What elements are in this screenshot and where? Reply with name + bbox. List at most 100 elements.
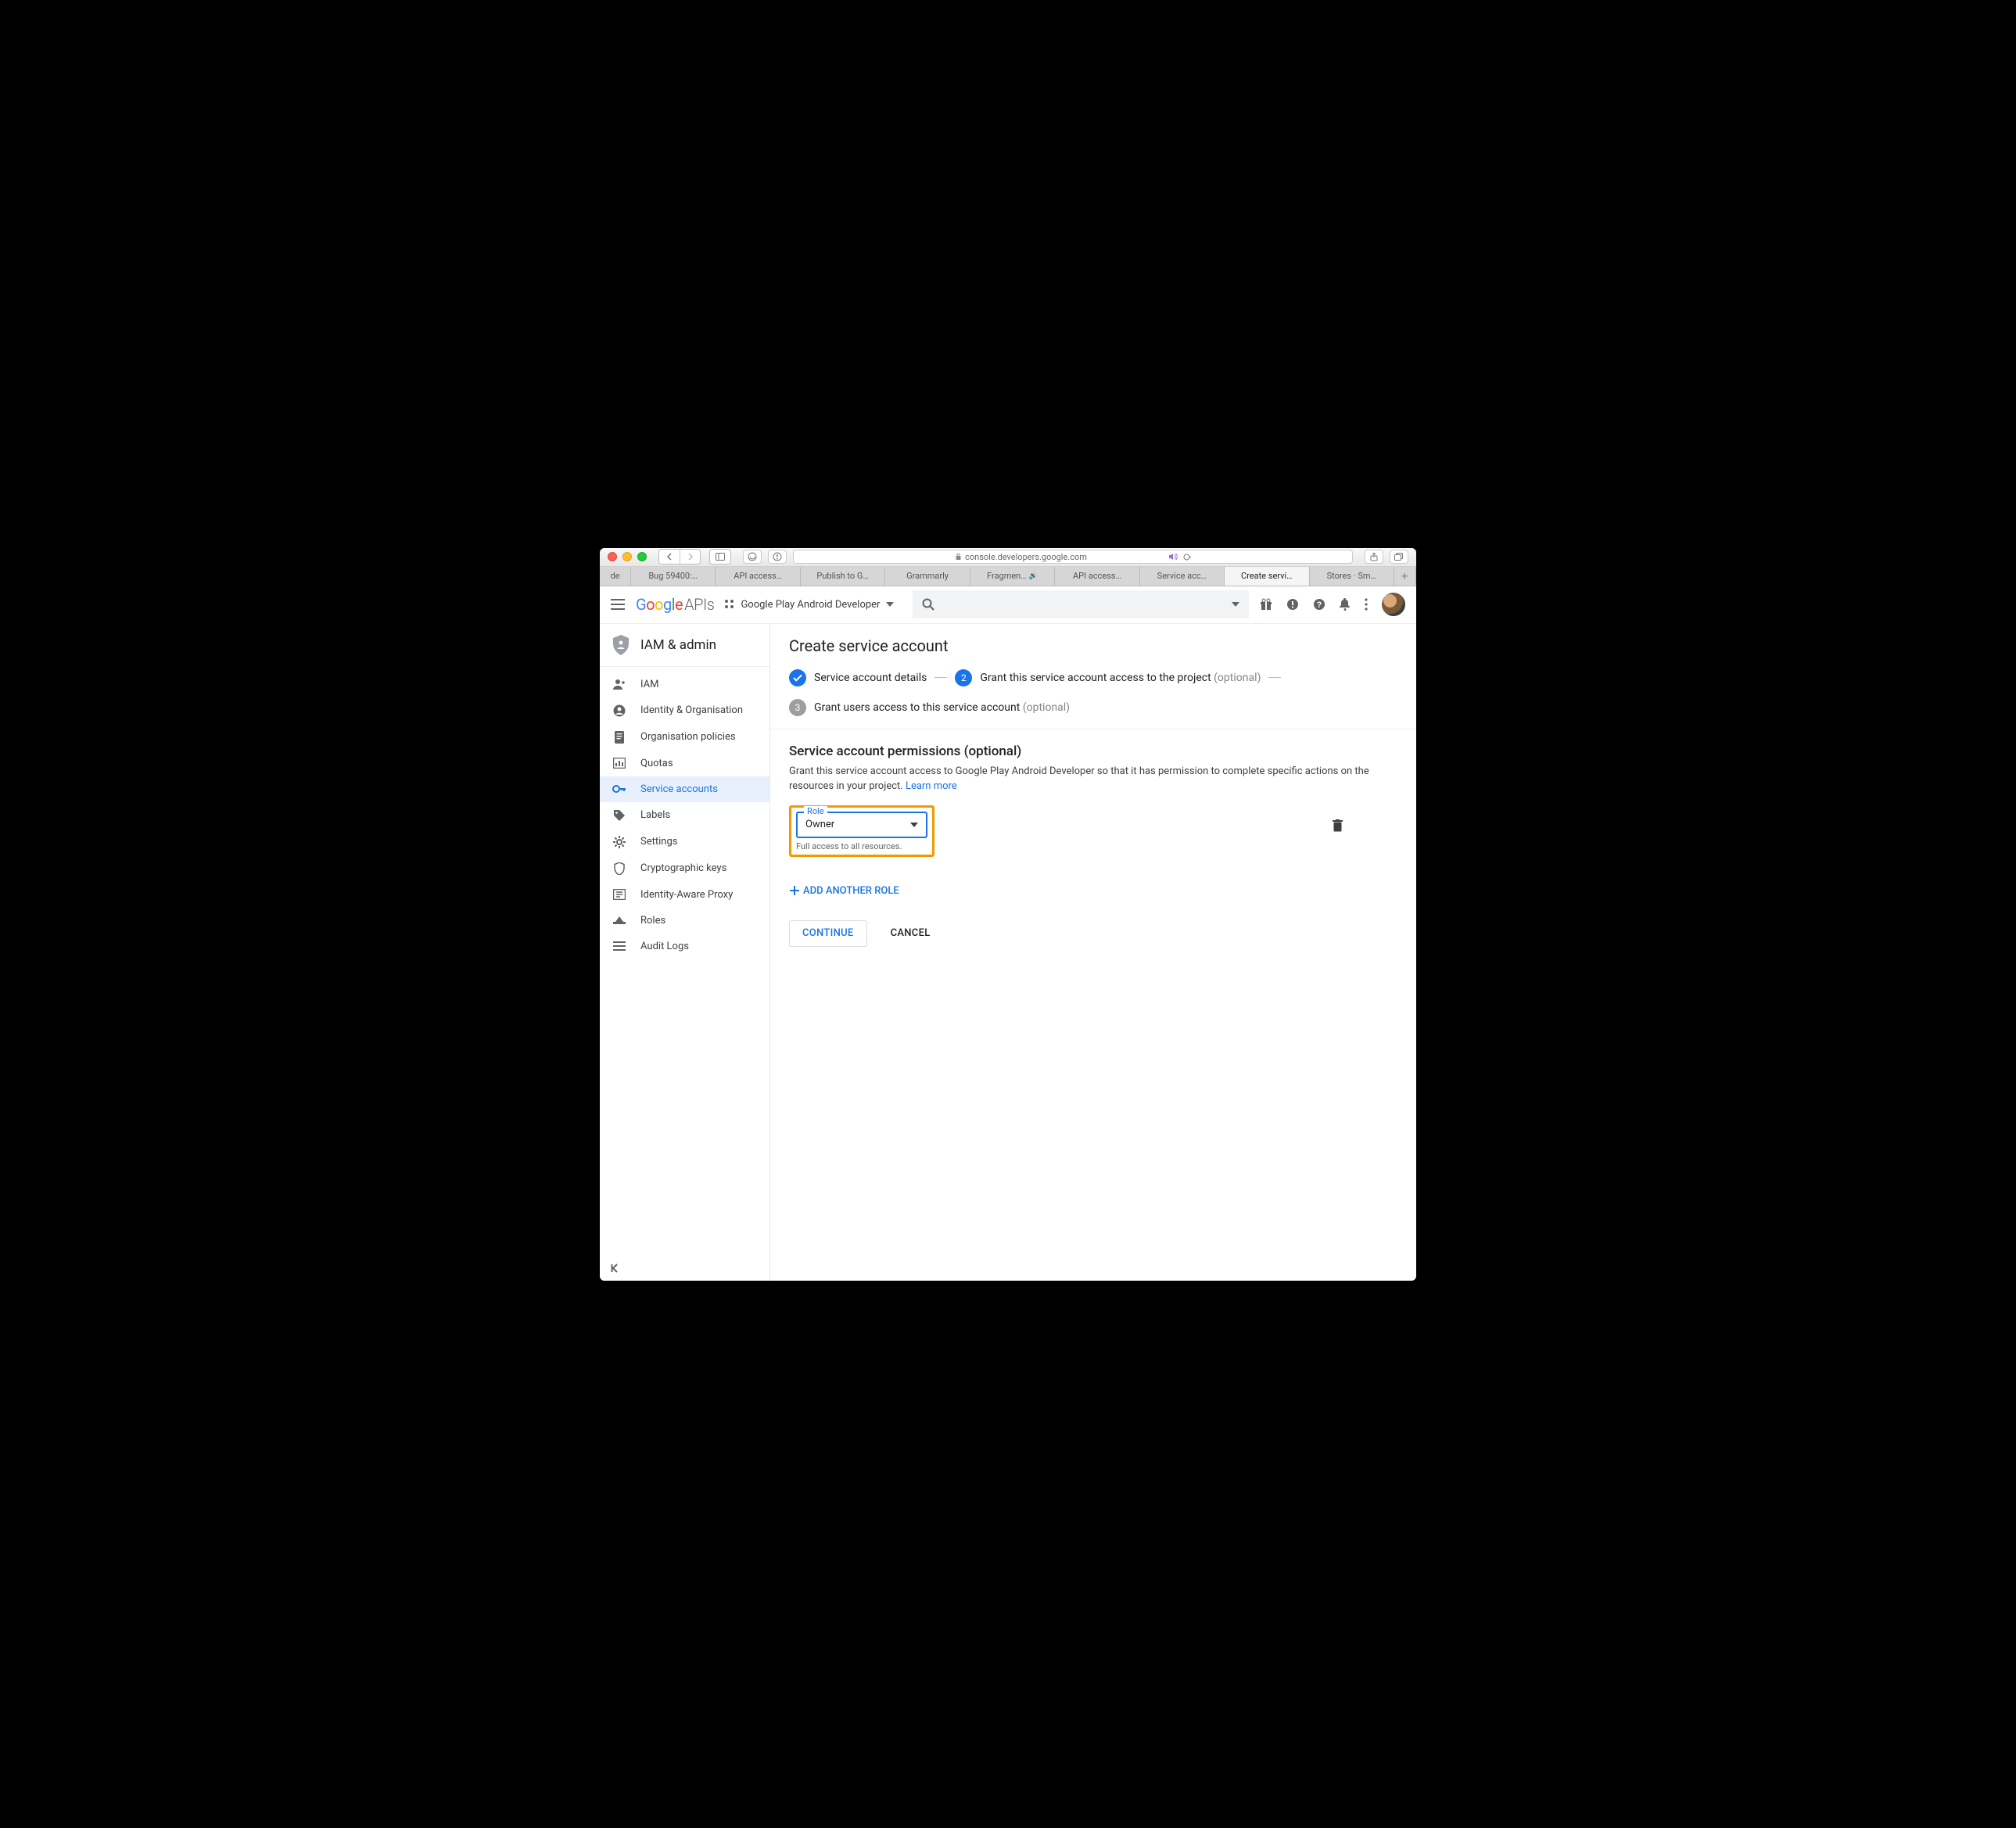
- audio-icon: [1168, 553, 1178, 561]
- reload-icon[interactable]: [1182, 553, 1191, 561]
- role-select[interactable]: Role Owner: [796, 812, 927, 838]
- nav-button-group: [658, 549, 701, 565]
- button-label: CANCEL: [891, 927, 931, 939]
- url-field[interactable]: console.developers.google.com: [793, 550, 1353, 564]
- check-icon: [789, 669, 806, 686]
- sidebar-collapse-button[interactable]: [600, 1256, 769, 1281]
- sidebar-item-service-accounts[interactable]: Service accounts: [600, 776, 769, 802]
- tab-active[interactable]: Create servi…: [1225, 567, 1309, 586]
- sidebar-item-audit[interactable]: Audit Logs: [600, 934, 769, 959]
- product-name: APIs: [684, 595, 714, 614]
- cancel-button[interactable]: CANCEL: [878, 920, 943, 947]
- tab-label: API access…: [734, 571, 782, 581]
- sidebar-item-crypto[interactable]: Cryptographic keys: [600, 855, 769, 882]
- tab[interactable]: Service acc…: [1140, 567, 1225, 586]
- fullscreen-window-button[interactable]: [637, 552, 647, 561]
- sidebar-item-labels[interactable]: Labels: [600, 802, 769, 829]
- forward-button[interactable]: [680, 550, 700, 564]
- header-actions: ?: [1260, 593, 1405, 616]
- sidebar-toggle-group: [709, 549, 731, 565]
- browser-window: console.developers.google.com de Bug 594…: [600, 548, 1416, 1281]
- add-role-label: ADD ANOTHER ROLE: [803, 885, 899, 897]
- alert-icon[interactable]: [1286, 598, 1299, 611]
- gift-icon[interactable]: [1260, 598, 1272, 611]
- button-label: CONTINUE: [802, 927, 854, 939]
- sidebar-item-orgpolicies[interactable]: Organisation policies: [600, 724, 769, 751]
- permissions-section: Service account permissions (optional) G…: [770, 729, 1416, 871]
- tab[interactable]: API access…: [716, 567, 800, 586]
- share-button[interactable]: [1365, 550, 1383, 564]
- continue-button[interactable]: CONTINUE: [789, 920, 867, 947]
- url-host: console.developers.google.com: [965, 552, 1087, 562]
- avatar[interactable]: [1382, 593, 1405, 616]
- tab-label: Create servi…: [1241, 571, 1292, 581]
- step-label: Grant users access to this service accou…: [814, 701, 1020, 714]
- extension-button-1[interactable]: [743, 550, 762, 564]
- sidebar-item-label: Organisation policies: [640, 731, 736, 743]
- person-add-icon: [612, 679, 626, 690]
- sidebar-item-settings[interactable]: Settings: [600, 829, 769, 855]
- sidebar-item-identity[interactable]: Identity & Organisation: [600, 697, 769, 724]
- sidebar-item-roles[interactable]: Roles: [600, 908, 769, 934]
- optional-label: (optional): [1023, 701, 1070, 714]
- quota-icon: [612, 758, 626, 769]
- tab[interactable]: API access…: [1055, 567, 1139, 586]
- back-button[interactable]: [659, 550, 680, 564]
- delete-role-button[interactable]: [1333, 819, 1343, 832]
- tab[interactable]: Stores · Sm…: [1310, 567, 1394, 586]
- button-row: CONTINUE CANCEL: [770, 900, 1416, 967]
- sidebar-toggle-button[interactable]: [710, 550, 730, 564]
- tab[interactable]: de: [600, 567, 631, 586]
- window-controls: [608, 552, 647, 561]
- step-divider: [934, 677, 947, 679]
- tab[interactable]: Grammarly: [885, 567, 970, 586]
- close-window-button[interactable]: [608, 552, 617, 561]
- help-icon[interactable]: ?: [1313, 598, 1325, 611]
- sidebar: IAM & admin IAM Identity & Organisation …: [600, 624, 770, 1281]
- menu-icon[interactable]: [611, 599, 625, 610]
- role-field: Role Owner Full access to all resources.: [796, 812, 927, 851]
- sidebar-item-iap[interactable]: Identity-Aware Proxy: [600, 882, 769, 908]
- gear-icon: [612, 836, 626, 848]
- sidebar-item-quotas[interactable]: Quotas: [600, 751, 769, 776]
- learn-more-link[interactable]: Learn more: [906, 780, 957, 792]
- tab-label: Grammarly: [906, 571, 949, 581]
- main-content: Create service account Service account d…: [770, 624, 1416, 1281]
- add-another-role-button[interactable]: ADD ANOTHER ROLE: [770, 871, 1416, 900]
- sidebar-item-label: Settings: [640, 836, 677, 848]
- tabs-overview-button[interactable]: [1390, 550, 1408, 564]
- step-1[interactable]: Service account details: [789, 669, 927, 686]
- step-2[interactable]: 2 Grant this service account access to t…: [955, 669, 1261, 686]
- mac-title-bar: console.developers.google.com: [600, 548, 1416, 567]
- step-3[interactable]: 3 Grant users access to this service acc…: [789, 699, 1397, 716]
- optional-label: (optional): [1214, 672, 1261, 684]
- tab[interactable]: Bug 59400:…: [631, 567, 716, 586]
- search-dropdown-icon[interactable]: [1232, 602, 1239, 607]
- sidebar-item-iam[interactable]: IAM: [600, 672, 769, 697]
- tab[interactable]: Publish to G…: [801, 567, 885, 586]
- shield-icon: [612, 635, 630, 655]
- minimize-window-button[interactable]: [622, 552, 632, 561]
- svg-text:?: ?: [1317, 600, 1322, 610]
- role-hint: Full access to all resources.: [796, 841, 927, 851]
- extension-button-2[interactable]: [768, 550, 787, 564]
- sidebar-item-label: Service accounts: [640, 783, 718, 795]
- google-apis-logo[interactable]: Google APIs: [636, 595, 714, 614]
- more-icon[interactable]: [1365, 598, 1368, 611]
- sidebar-item-label: Identity & Organisation: [640, 704, 743, 716]
- search-input[interactable]: [913, 590, 1249, 618]
- new-tab-button[interactable]: +: [1394, 567, 1416, 586]
- tab-label: API access…: [1073, 571, 1121, 581]
- mac-right-buttons: [1365, 550, 1408, 564]
- sidebar-item-label: Audit Logs: [640, 941, 689, 952]
- url-bar-wrap: console.developers.google.com: [743, 550, 1353, 564]
- tab-strip: de Bug 59400:… API access… Publish to G……: [600, 567, 1416, 586]
- sidebar-item-label: Labels: [640, 809, 670, 821]
- gcp-header: Google APIs Google Play Android Develope…: [600, 586, 1416, 624]
- notifications-icon[interactable]: [1340, 598, 1351, 611]
- project-picker[interactable]: Google Play Android Developer: [725, 599, 894, 611]
- tab-label: Stores · Sm…: [1327, 571, 1376, 581]
- sidebar-item-label: Cryptographic keys: [640, 862, 726, 874]
- tab[interactable]: Fragmen…🔊: [970, 567, 1055, 586]
- iap-icon: [612, 889, 626, 900]
